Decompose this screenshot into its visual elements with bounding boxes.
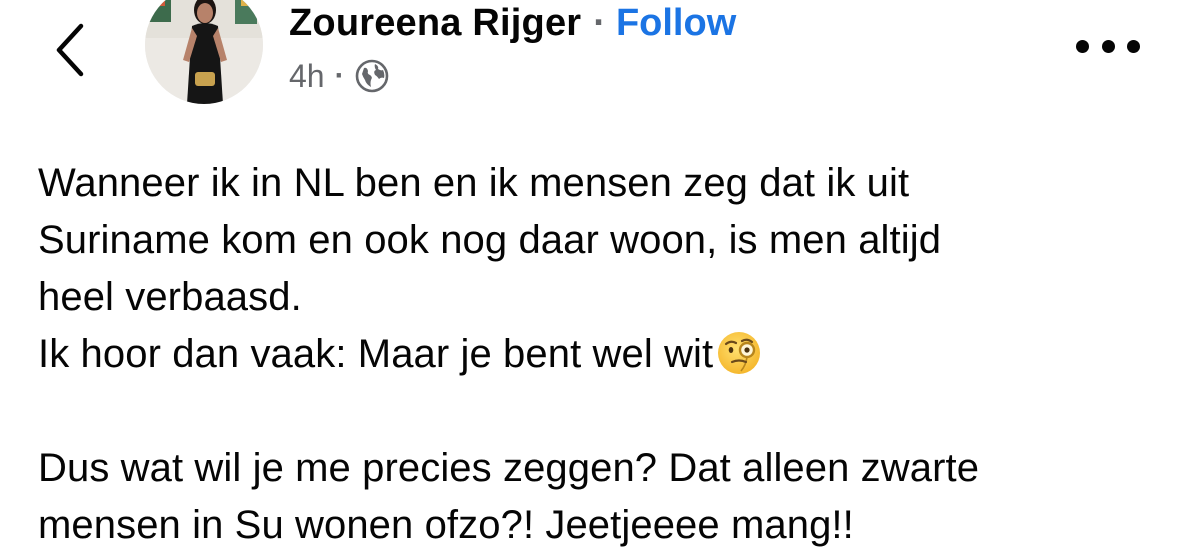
post-screen: Zoureena Rijger · Follow 4h · Wanneer ik… bbox=[0, 0, 1179, 550]
more-dot bbox=[1101, 39, 1115, 53]
meta-separator: · bbox=[334, 59, 345, 92]
post-text: Wanneer ik in NL ben en ik mensen zeg da… bbox=[38, 155, 1148, 550]
post-line: mensen in Su wonen ofzo?! Jeetjeeee mang… bbox=[38, 503, 854, 547]
post-timestamp[interactable]: 4h bbox=[289, 58, 325, 95]
avatar[interactable] bbox=[145, 0, 263, 104]
author-name[interactable]: Zoureena Rijger bbox=[289, 0, 581, 46]
follow-button[interactable]: Follow bbox=[616, 0, 736, 46]
chevron-left-icon bbox=[56, 23, 84, 77]
post-line: Wanneer ik in NL ben en ik mensen zeg da… bbox=[38, 161, 910, 205]
name-separator: · bbox=[593, 2, 606, 44]
globe-icon bbox=[355, 59, 388, 93]
post-line: Ik hoor dan vaak: Maar je bent wel wit bbox=[38, 332, 714, 376]
face-with-monocle-emoji bbox=[718, 332, 761, 374]
post-line-blank bbox=[38, 383, 1148, 440]
post-meta: 4h · bbox=[289, 54, 736, 98]
post-line: Dus wat wil je me precies zeggen? Dat al… bbox=[38, 446, 980, 490]
name-row: Zoureena Rijger · Follow bbox=[289, 0, 736, 46]
post-header: Zoureena Rijger · Follow 4h · bbox=[289, 0, 736, 110]
more-dot bbox=[1127, 39, 1140, 53]
more-horizontal-icon bbox=[1076, 39, 1089, 53]
profile-photo bbox=[145, 0, 263, 104]
back-button[interactable] bbox=[48, 20, 92, 80]
more-options-button[interactable] bbox=[1076, 26, 1140, 66]
post-line-with-emoji: Ik hoor dan vaak: Maar je bent wel wit bbox=[38, 326, 1148, 383]
post-line: heel verbaasd. bbox=[38, 275, 302, 319]
post-line: Suriname kom en ook nog daar woon, is me… bbox=[38, 218, 942, 262]
